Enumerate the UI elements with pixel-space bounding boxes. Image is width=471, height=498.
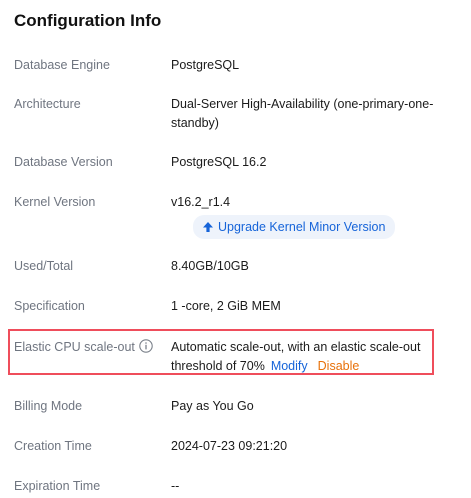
panel-title: Configuration Info xyxy=(14,11,162,30)
upgrade-kernel-button[interactable]: Upgrade Kernel Minor Version xyxy=(193,215,396,239)
info-circle-icon[interactable] xyxy=(139,339,153,359)
elastic-cpu-label: Elastic CPU scale-out xyxy=(14,340,135,354)
arrow-up-icon xyxy=(202,221,214,233)
used-total-value: 8.40GB/10GB xyxy=(171,259,249,273)
database-engine-value: PostgreSQL xyxy=(171,58,240,72)
modify-link[interactable]: Modify xyxy=(271,359,308,373)
architecture-value-line2: standby) xyxy=(171,116,219,130)
elastic-cpu-value-line2: threshold of 70% xyxy=(171,359,265,373)
database-engine-label: Database Engine xyxy=(14,58,110,72)
kernel-version-text: v16.2_r1.4 xyxy=(171,195,231,209)
expiration-time-label: Expiration Time xyxy=(14,479,101,493)
creation-time-label: Creation Time xyxy=(14,439,92,453)
database-version-label: Database Version xyxy=(14,155,113,169)
architecture-label: Architecture xyxy=(14,97,81,111)
architecture-value: Dual-Server High-Availability (one-prima… xyxy=(171,95,451,133)
elastic-cpu-label-wrap: Elastic CPU scale-out xyxy=(14,338,164,359)
disable-link[interactable]: Disable xyxy=(318,359,360,373)
elastic-cpu-value: Automatic scale-out, with an elastic sca… xyxy=(171,338,447,376)
creation-time-value: 2024-07-23 09:21:20 xyxy=(171,439,288,453)
upgrade-kernel-label: Upgrade Kernel Minor Version xyxy=(218,219,386,234)
billing-mode-value: Pay as You Go xyxy=(171,399,254,413)
specification-label: Specification xyxy=(14,299,85,313)
kernel-version-value: v16.2_r1.4 Upgrade Kernel Minor Version xyxy=(171,193,451,239)
billing-mode-label: Billing Mode xyxy=(14,399,83,413)
kernel-version-label: Kernel Version xyxy=(14,195,96,209)
elastic-cpu-value-line2-wrap: threshold of 70% Modify Disable xyxy=(171,357,447,376)
elastic-cpu-value-line1: Automatic scale-out, with an elastic sca… xyxy=(171,340,421,354)
specification-value: 1 -core, 2 GiB MEM xyxy=(171,299,281,313)
database-version-value: PostgreSQL 16.2 xyxy=(171,155,267,169)
used-total-label: Used/Total xyxy=(14,259,74,273)
architecture-value-line1: Dual-Server High-Availability (one-prima… xyxy=(171,97,434,111)
expiration-time-value: -- xyxy=(171,479,180,493)
